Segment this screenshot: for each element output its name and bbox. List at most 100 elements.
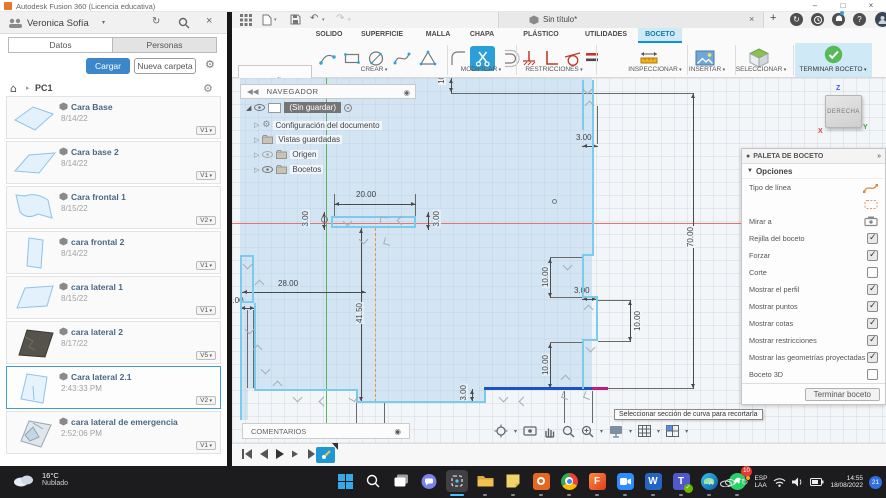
list-item[interactable]: cara lateral 2 8/17/22 V5 bbox=[6, 321, 221, 364]
sketch-line[interactable] bbox=[240, 303, 242, 420]
expand-icon[interactable]: ▷ bbox=[254, 121, 259, 129]
file-icon[interactable] bbox=[262, 14, 272, 26]
comments-expand-icon[interactable]: ◉ bbox=[394, 427, 401, 436]
grid-caret-icon[interactable]: ▾ bbox=[657, 428, 660, 435]
navigator-gear-icon[interactable]: ◉ bbox=[403, 86, 410, 99]
maximize-button[interactable]: □ bbox=[833, 0, 853, 12]
chevron-down-icon[interactable]: ▾ bbox=[102, 19, 105, 26]
grid-settings-icon[interactable] bbox=[638, 425, 652, 437]
sketch-line-fixed[interactable] bbox=[592, 387, 608, 390]
notification-count-badge[interactable]: 21 bbox=[869, 475, 882, 489]
chrome-icon[interactable] bbox=[558, 470, 580, 496]
expand-icon[interactable]: ▷ bbox=[254, 151, 259, 159]
document-name[interactable]: cara lateral 2 bbox=[71, 327, 123, 337]
checkbox[interactable] bbox=[867, 334, 878, 346]
step-forward-icon[interactable] bbox=[292, 449, 301, 459]
close-button[interactable]: × bbox=[861, 0, 881, 12]
constraint-icon[interactable] bbox=[292, 392, 303, 403]
finish-sketch-highlight[interactable]: TERMINAR BOCETO bbox=[795, 43, 872, 77]
navigator-item-label[interactable]: Configuración del documento bbox=[273, 120, 382, 130]
palette-row-snap[interactable]: Forzar bbox=[742, 247, 885, 264]
version-badge[interactable]: V1 bbox=[196, 261, 216, 270]
tray-expand-icon[interactable]: ∧ bbox=[708, 478, 714, 487]
dimension-line[interactable] bbox=[426, 212, 430, 230]
refresh-icon[interactable]: ↻ bbox=[152, 16, 160, 27]
sketch-canvas[interactable]: 20.00 3.00 3.00 28.00 3.00 41.50 3.00 70… bbox=[232, 78, 886, 443]
checkbox[interactable] bbox=[867, 283, 878, 295]
clock-widget[interactable]: 14:55 18/08/2022 bbox=[830, 475, 863, 490]
redo-caret-icon[interactable]: ▾ bbox=[348, 17, 351, 23]
sync-status-icon[interactable]: ↻ bbox=[790, 13, 803, 26]
palette-row-slice[interactable]: Corte bbox=[742, 264, 885, 281]
view-cube-face[interactable]: DERECHA bbox=[825, 95, 862, 128]
sketch-line-selected[interactable] bbox=[484, 387, 592, 390]
dim-top-width[interactable]: 20.00 bbox=[356, 190, 376, 199]
finish-sketch-check-icon[interactable] bbox=[824, 45, 843, 64]
group-label-modificar[interactable]: MODIFICAR bbox=[461, 66, 501, 73]
spline-tool-icon[interactable] bbox=[392, 48, 412, 68]
sketch-line[interactable] bbox=[582, 254, 584, 298]
version-badge[interactable]: V1 bbox=[196, 126, 216, 135]
document-name[interactable]: Cara lateral 2.1 bbox=[71, 372, 131, 382]
view-cube[interactable]: Z DERECHA X Y bbox=[816, 85, 868, 136]
palette-row-grid[interactable]: Rejilla del boceto bbox=[742, 230, 885, 247]
dim-wall-top[interactable]: 3.00 bbox=[576, 133, 592, 142]
redo-icon[interactable]: ↷ bbox=[336, 13, 344, 24]
sketch-line[interactable] bbox=[582, 339, 598, 341]
palette-row-profile[interactable]: Mostrar el perfil bbox=[742, 281, 885, 298]
tab-utilidades[interactable]: UTILIDADES bbox=[585, 31, 627, 38]
list-item[interactable]: Cara Base 8/14/22 V1 bbox=[6, 96, 221, 139]
group-label-insertar[interactable]: INSERTAR bbox=[689, 66, 725, 73]
orbit-caret-icon[interactable]: ▾ bbox=[514, 428, 517, 435]
dimension-line[interactable] bbox=[628, 300, 632, 342]
viewports-icon[interactable] bbox=[666, 425, 680, 437]
version-badge[interactable]: V5 bbox=[196, 351, 216, 360]
group-label-seleccionar[interactable]: SELECCIONAR bbox=[736, 66, 787, 73]
eye-icon[interactable] bbox=[262, 151, 274, 158]
finish-sketch-button[interactable]: Terminar boceto bbox=[804, 387, 880, 401]
navigator-item-label[interactable]: Bocetos bbox=[290, 165, 324, 174]
new-tab-icon[interactable]: + bbox=[770, 12, 776, 24]
expand-icon[interactable]: ▷ bbox=[254, 166, 259, 174]
navigator-item-label[interactable]: Origen bbox=[290, 150, 319, 159]
task-view-icon[interactable] bbox=[390, 470, 412, 492]
list-item[interactable]: cara frontal 2 8/14/22 V1 bbox=[6, 231, 221, 274]
navigator-item-config[interactable]: ▷ ⚙ Configuración del documento bbox=[254, 120, 382, 130]
palette-row-linetype[interactable]: Tipo de línea bbox=[742, 179, 885, 196]
sketch-line[interactable] bbox=[582, 339, 584, 389]
constraint-icon[interactable] bbox=[518, 396, 529, 407]
viewports-caret-icon[interactable]: ▾ bbox=[685, 428, 688, 435]
dim-top-partial[interactable]: 10 bbox=[437, 78, 446, 85]
list-item[interactable]: cara lateral de emergencia 2:52:06 PM V1 bbox=[6, 411, 221, 454]
pan-icon[interactable] bbox=[543, 425, 556, 438]
dimension-line[interactable] bbox=[240, 306, 255, 310]
tab-plastico[interactable]: PLÁSTICO bbox=[523, 31, 558, 38]
checkbox[interactable] bbox=[867, 232, 878, 244]
dimension-line[interactable] bbox=[548, 258, 552, 298]
navigator-root-label[interactable]: (Sin guardar) bbox=[284, 102, 342, 113]
sketch-line[interactable] bbox=[596, 296, 598, 341]
expand-icon[interactable]: ◢ bbox=[246, 104, 251, 112]
eye-icon[interactable] bbox=[262, 166, 274, 173]
tab-solido[interactable]: SOLIDO bbox=[316, 31, 343, 38]
measure-tool-icon[interactable] bbox=[638, 48, 660, 68]
skip-start-icon[interactable] bbox=[242, 449, 253, 459]
tab-malla[interactable]: MALLA bbox=[426, 31, 451, 38]
navigator-header[interactable]: ◀◀ NAVEGADOR ◉ bbox=[240, 84, 416, 99]
search-taskbar-icon[interactable] bbox=[362, 470, 384, 492]
snipping-tool-icon-active[interactable] bbox=[446, 470, 468, 496]
tab-superficie[interactable]: SUPERFICIE bbox=[361, 31, 403, 38]
document-name[interactable]: Cara base 2 bbox=[71, 147, 119, 157]
checkbox[interactable] bbox=[867, 317, 878, 329]
palette-collapse-icon[interactable]: » bbox=[877, 153, 881, 160]
version-badge[interactable]: V2 bbox=[196, 216, 216, 225]
checkbox[interactable] bbox=[867, 369, 878, 380]
teams-icon[interactable]: T ✓ bbox=[670, 470, 693, 496]
dim-notch-bottom[interactable]: 10.00 bbox=[541, 354, 550, 377]
fillet-tool-icon[interactable] bbox=[448, 48, 468, 68]
app-grid-icon[interactable] bbox=[240, 14, 252, 26]
display-caret-icon[interactable]: ▾ bbox=[629, 428, 632, 435]
linetype-spline-icon[interactable] bbox=[863, 182, 878, 194]
sketch-line[interactable] bbox=[356, 401, 486, 403]
look-at-icon[interactable] bbox=[523, 425, 537, 437]
